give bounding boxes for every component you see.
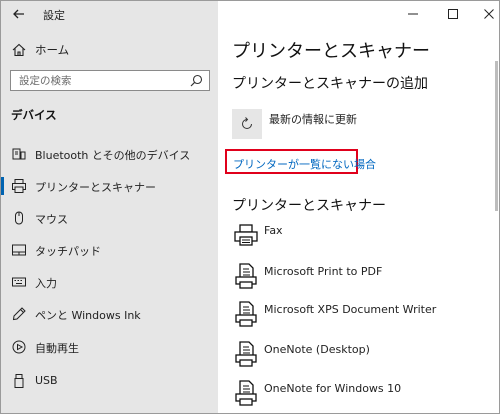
search-icon[interactable] [190, 74, 203, 87]
usb-icon [14, 374, 24, 388]
window-title: 設定 [43, 9, 65, 22]
active-indicator [1, 177, 4, 195]
sidebar-item-home[interactable]: ホーム [1, 39, 218, 61]
mouse-icon [15, 211, 23, 225]
page-title: プリンターとスキャナー [232, 41, 430, 62]
scrollbar-thumb[interactable] [495, 61, 498, 211]
sidebar-item-label: USB [35, 374, 58, 387]
highlight-box: プリンターが一覧にない場合 [225, 149, 376, 174]
sidebar-item-label: マウス [35, 213, 68, 226]
printer-item-xps-writer[interactable]: Microsoft XPS Document Writer [218, 300, 499, 340]
printer-document-icon [235, 341, 257, 367]
search-box[interactable] [10, 70, 210, 91]
sidebar-item-label: 入力 [35, 277, 57, 290]
sidebar-item-label: 自動再生 [35, 342, 79, 355]
printer-not-listed-link[interactable]: プリンターが一覧にない場合 [233, 156, 376, 172]
maximize-icon[interactable] [444, 5, 462, 23]
sidebar-item-autoplay[interactable]: 自動再生 [1, 335, 218, 359]
sidebar-item-label: ホーム [35, 43, 70, 57]
sidebar-item-printers[interactable]: プリンターとスキャナー [1, 174, 218, 198]
pen-icon [12, 307, 26, 321]
sidebar-item-input[interactable]: 入力 [1, 270, 218, 294]
refresh-icon [242, 117, 252, 129]
sidebar-item-mouse[interactable]: マウス [1, 206, 218, 230]
printer-name: Microsoft Print to PDF [264, 265, 383, 278]
fax-icon [234, 224, 258, 246]
printer-document-icon [235, 263, 257, 289]
sidebar-section-title: デバイス [11, 108, 57, 122]
touchpad-icon [12, 244, 26, 256]
refresh-button[interactable] [232, 109, 262, 139]
home-icon [12, 43, 26, 57]
main-content: プリンターとスキャナー プリンターとスキャナーの追加 最新の情報に更新 プリンタ… [218, 1, 499, 413]
refresh-label: 最新の情報に更新 [269, 113, 357, 126]
autoplay-icon [12, 340, 26, 354]
sidebar-item-touchpad[interactable]: タッチパッド [1, 238, 218, 262]
printer-name: Fax [264, 224, 283, 237]
sidebar-item-usb[interactable]: USB [1, 369, 218, 393]
printer-icon [12, 179, 26, 193]
sidebar-item-pen[interactable]: ペンと Windows Ink [1, 302, 218, 326]
sidebar-item-label: プリンターとスキャナー [35, 181, 156, 194]
sidebar-item-label: ペンと Windows Ink [35, 309, 141, 322]
printer-name: OneNote (Desktop) [264, 343, 370, 356]
keyboard-icon [12, 277, 26, 287]
bluetooth-devices-icon [12, 148, 26, 160]
printer-document-icon [235, 380, 257, 406]
printer-item-fax[interactable]: Fax [218, 221, 499, 261]
settings-window: 設定 ホーム デバイス Bluetooth とその他のデバイス [0, 0, 500, 414]
minimize-icon[interactable] [404, 5, 422, 23]
sidebar-item-bluetooth[interactable]: Bluetooth とその他のデバイス [1, 142, 218, 166]
printer-document-icon [235, 301, 257, 327]
printer-name: OneNote for Windows 10 [264, 382, 402, 395]
printer-name: Microsoft XPS Document Writer [264, 303, 437, 316]
title-bar: 設定 [1, 1, 218, 27]
sidebar-item-label: Bluetooth とその他のデバイス [35, 149, 191, 162]
sidebar-item-label: タッチパッド [35, 245, 101, 258]
printer-item-onenote-desktop[interactable]: OneNote (Desktop) [218, 340, 499, 380]
sidebar: 設定 ホーム デバイス Bluetooth とその他のデバイス [1, 1, 218, 413]
add-section-title: プリンターとスキャナーの追加 [232, 76, 428, 92]
list-section-title: プリンターとスキャナー [232, 198, 386, 214]
printer-item-print-to-pdf[interactable]: Microsoft Print to PDF [218, 262, 499, 302]
printer-item-onenote-win10[interactable]: OneNote for Windows 10 [218, 379, 499, 413]
close-icon[interactable] [480, 5, 498, 23]
search-input[interactable] [11, 71, 181, 90]
back-arrow-icon[interactable] [9, 4, 29, 24]
